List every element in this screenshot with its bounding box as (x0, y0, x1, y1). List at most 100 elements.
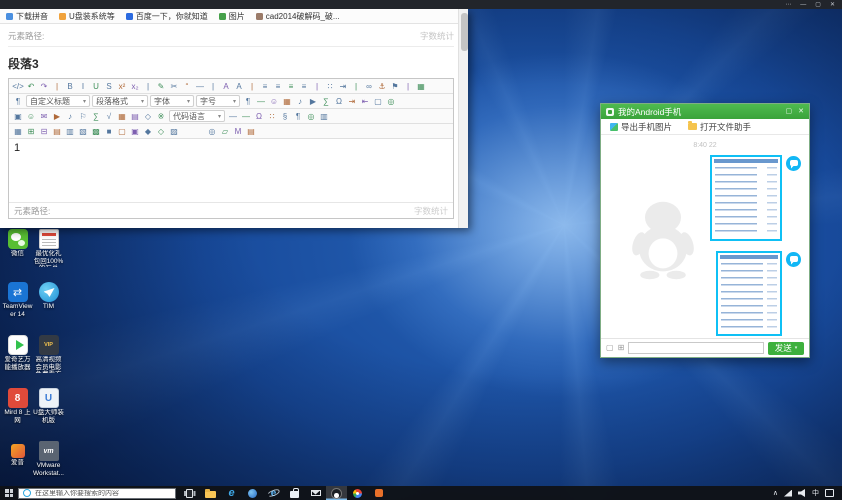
grid-icon[interactable]: ⊞ (618, 344, 625, 352)
editor-toolbar-icon[interactable]: ◎ (305, 110, 317, 122)
browser-icon[interactable] (242, 486, 263, 500)
editor-toolbar-icon[interactable]: ▶ (307, 95, 319, 107)
editor-toolbar-icon[interactable]: ∷ (324, 80, 336, 92)
minimize-icon[interactable]: — (800, 2, 806, 8)
desktop-icon[interactable]: U盘大师装机版 (33, 388, 64, 441)
desktop-icon[interactable]: TIM (33, 282, 64, 335)
task-view-icon[interactable] (179, 486, 200, 500)
checkbox-icon[interactable]: ▢ (606, 344, 614, 352)
editor-toolbar-icon[interactable]: A (233, 80, 245, 92)
code-language-dropdown[interactable]: 代码语言 (169, 110, 225, 122)
device-avatar-icon[interactable] (786, 252, 801, 267)
editor-toolbar-icon[interactable]: ▶ (51, 110, 63, 122)
device-avatar-icon[interactable] (786, 156, 801, 171)
editor-toolbar-icon[interactable]: ≡ (285, 80, 297, 92)
action-center-icon[interactable] (825, 489, 834, 497)
editor-toolbar-icon[interactable]: ↶ (25, 80, 37, 92)
phone-screenshot-thumbnail[interactable] (710, 155, 782, 241)
desktop-icon[interactable]: Mird 8 上网 (2, 388, 33, 441)
font-family-dropdown[interactable]: 字体 (150, 95, 194, 107)
editor-toolbar-icon[interactable]: § (279, 110, 291, 122)
editor-toolbar-icon[interactable]: ※ (155, 110, 167, 122)
network-icon[interactable] (784, 490, 792, 497)
editor-toolbar-icon[interactable]: ◆ (142, 125, 154, 137)
editor-toolbar-icon[interactable]: √ (103, 110, 115, 122)
editor-toolbar-icon[interactable]: ✎ (155, 80, 167, 92)
desktop-icon[interactable]: 微信 (2, 229, 33, 282)
editor-toolbar-icon[interactable]: I (77, 80, 89, 92)
editor-toolbar-icon[interactable]: ▥ (318, 110, 330, 122)
editor-toolbar-icon[interactable]: | (246, 80, 258, 92)
editor-toolbar-icon[interactable]: ∑ (320, 95, 332, 107)
editor-toolbar-icon[interactable]: ¶ (12, 95, 24, 107)
editor-toolbar-icon[interactable]: A (220, 80, 232, 92)
explorer-icon[interactable] (200, 486, 221, 500)
editor-toolbar-icon[interactable]: ◇ (142, 110, 154, 122)
editor-toolbar-icon[interactable]: ☺ (268, 95, 280, 107)
editor-toolbar-icon[interactable]: x² (116, 80, 128, 92)
editor-toolbar-icon[interactable]: ▢ (116, 125, 128, 137)
editor-toolbar-icon[interactable]: ≡ (298, 80, 310, 92)
qq-icon[interactable] (326, 486, 347, 500)
phone-screenshot-thumbnail[interactable] (716, 251, 782, 336)
editor-toolbar-icon[interactable]: ― (240, 110, 252, 122)
editor-toolbar-icon[interactable]: Ω (333, 95, 345, 107)
ie-icon[interactable] (263, 486, 284, 500)
editor-toolbar-icon[interactable]: — (227, 110, 239, 122)
editor-toolbar-icon[interactable]: ■ (103, 125, 115, 137)
bookmark-item[interactable]: 下载拼音 (6, 11, 48, 22)
editor-toolbar-icon[interactable]: ◎ (385, 95, 397, 107)
desktop-icon[interactable]: 高清视频会员电影免费看方法 (33, 335, 64, 388)
editor-toolbar-icon[interactable]: ▦ (281, 95, 293, 107)
editor-toolbar-icon[interactable]: ☺ (25, 110, 37, 122)
send-button[interactable]: 发送 ▾ (768, 342, 804, 355)
maximize-icon[interactable]: ▢ (815, 2, 821, 8)
editor-toolbar-icon[interactable]: — (255, 95, 267, 107)
editor-toolbar-icon[interactable]: ✂ (168, 80, 180, 92)
volume-icon[interactable] (798, 489, 806, 497)
editor-toolbar-icon[interactable]: | (51, 80, 63, 92)
app-orange-icon[interactable] (368, 486, 389, 500)
editor-toolbar-icon[interactable]: ∷ (266, 110, 278, 122)
editor-toolbar-icon[interactable]: ∑ (90, 110, 102, 122)
editor-toolbar-icon[interactable]: ▩ (90, 125, 102, 137)
editor-toolbar-icon[interactable]: ⇥ (346, 95, 358, 107)
browser-scrollbar[interactable] (458, 9, 468, 228)
open-file-assistant-button[interactable]: 打开文件助手 (688, 121, 751, 133)
minimize-icon[interactable]: ▢ (786, 108, 793, 115)
font-size-dropdown[interactable]: 字号 (196, 95, 240, 107)
chrome-icon[interactable] (347, 486, 368, 500)
editor-toolbar-icon[interactable]: ▤ (245, 125, 257, 137)
editor-toolbar-icon[interactable]: M (232, 125, 244, 137)
desktop-icon[interactable]: 爱奇艺万能播放器 (2, 335, 33, 388)
bookmark-item[interactable]: U盘装系统等 (59, 11, 115, 22)
editor-toolbar-icon[interactable]: ― (194, 80, 206, 92)
scrollbar-thumb[interactable] (461, 13, 468, 51)
editor-toolbar-icon[interactable]: ♪ (294, 95, 306, 107)
editor-toolbar-icon[interactable]: | (350, 80, 362, 92)
editor-toolbar-icon[interactable]: ⇥ (337, 80, 349, 92)
editor-toolbar-icon[interactable]: ◇ (155, 125, 167, 137)
editor-toolbar-icon[interactable]: | (311, 80, 323, 92)
editor-toolbar-icon[interactable]: ▢ (372, 95, 384, 107)
editor-toolbar-icon[interactable]: ∞ (363, 80, 375, 92)
desktop-icon[interactable]: TeamViewer 14 (2, 282, 33, 335)
search-input[interactable] (35, 490, 171, 497)
export-phone-images-button[interactable]: 导出手机图片 (610, 121, 672, 133)
editor-toolbar-icon[interactable]: ▦ (116, 110, 128, 122)
desktop-icon[interactable]: 最优化礼包回100%的汇总 (33, 229, 64, 282)
store-icon[interactable] (284, 486, 305, 500)
bookmark-item[interactable]: cad2014破解码_破... (256, 11, 340, 22)
editor-toolbar-icon[interactable]: ≡ (259, 80, 271, 92)
editor-toolbar-icon[interactable]: </> (12, 80, 24, 92)
editor-toolbar-icon[interactable]: ↷ (38, 80, 50, 92)
editor-toolbar-icon[interactable]: ⊞ (25, 125, 37, 137)
editor-toolbar-icon[interactable]: ⚐ (77, 110, 89, 122)
editor-toolbar-icon[interactable]: Ω (253, 110, 265, 122)
editor-toolbar-icon[interactable]: | (142, 80, 154, 92)
editor-toolbar-icon[interactable]: ♪ (64, 110, 76, 122)
ime-indicator[interactable]: 中 (812, 490, 819, 497)
edge-icon[interactable] (221, 486, 242, 500)
editor-toolbar-icon[interactable]: ▨ (168, 125, 180, 137)
editor-toolbar-icon[interactable]: | (402, 80, 414, 92)
